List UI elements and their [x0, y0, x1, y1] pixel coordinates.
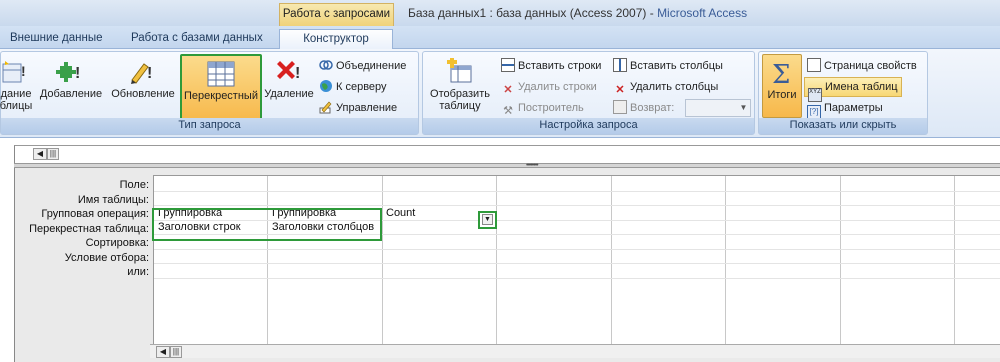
- svg-text:Σ: Σ: [772, 60, 790, 87]
- append-button[interactable]: ! Добавление: [37, 54, 105, 116]
- group-query-type-label: Тип запроса: [1, 118, 418, 134]
- parameters-icon: [?]: [807, 105, 821, 119]
- return-combo[interactable]: ▼: [685, 99, 751, 117]
- highlight-crosstab-cells: [152, 208, 382, 241]
- table-grid-icon: [207, 61, 235, 87]
- delete-columns-icon: ✕: [615, 84, 625, 96]
- show-table-icon: [447, 58, 472, 83]
- table-names-button[interactable]: XYZ Имена таблиц: [804, 77, 902, 102]
- union-icon: [319, 60, 333, 70]
- insert-rows-icon: [501, 58, 515, 72]
- svg-text:!: !: [75, 65, 80, 82]
- group-query-setup: Отобразить таблицу Вставить строки ✕ Удали…: [422, 51, 755, 135]
- scroll-left-button[interactable]: ◀: [33, 148, 47, 160]
- return-icon: [613, 100, 627, 114]
- row-label-sort: Сортировка:: [85, 237, 149, 249]
- sigma-icon: Σ: [772, 60, 790, 87]
- title-bar: Работа с запросами База данных1 : база д…: [0, 0, 1000, 26]
- ribbon-tab-row: Внешние данные Работа с базами данных Ко…: [0, 26, 1000, 50]
- delete-query-button[interactable]: ! Удаление: [264, 54, 314, 116]
- row-label-total: Групповая операция:: [41, 208, 149, 220]
- grid-row-divider: [154, 248, 1000, 250]
- chevron-down-icon: ▼: [739, 103, 748, 112]
- show-table-button[interactable]: Отобразить таблицу: [425, 54, 495, 116]
- grid-row-divider: [154, 205, 1000, 206]
- grid-row-divider: [154, 263, 1000, 264]
- make-table-icon: !: [2, 61, 26, 83]
- scroll-left-button[interactable]: ◀: [156, 346, 170, 358]
- group-query-type: ! дание блицы ! Добавление ! Обновление П…: [0, 51, 419, 135]
- row-label-or: или:: [127, 266, 149, 278]
- svg-text:!: !: [147, 65, 152, 82]
- property-sheet-button[interactable]: Страница свойств: [807, 56, 917, 76]
- row-label-table: Имя таблицы:: [77, 193, 149, 206]
- group-query-setup-label: Настройка запроса: [423, 118, 754, 134]
- row-label-crosstab: Перекрестная таблица:: [29, 222, 149, 235]
- svg-text:!: !: [21, 63, 26, 79]
- pass-through-button[interactable]: К серверу: [319, 77, 387, 97]
- data-definition-button[interactable]: Управление: [319, 98, 397, 118]
- scroll-thumb[interactable]: |||: [170, 346, 182, 358]
- group-show-hide: Σ Итоги Страница свойств XYZ Имена таблиц…: [758, 51, 928, 135]
- grid-row-divider: [154, 277, 1000, 279]
- insert-columns-icon: [613, 58, 627, 72]
- row-label-criteria: Условие отбора:: [64, 251, 149, 264]
- builder-button[interactable]: ⚒ Построитель: [501, 98, 584, 118]
- totals-button[interactable]: Σ Итоги: [762, 54, 802, 118]
- cell-col3-total[interactable]: Count: [386, 207, 415, 219]
- window-title: База данных1 : база данных (Access 2007)…: [408, 6, 748, 20]
- tab-external-data[interactable]: Внешние данные: [10, 29, 102, 49]
- row-label-field: Поле:: [119, 179, 149, 191]
- svg-text:!: !: [295, 65, 300, 82]
- globe-icon: [320, 80, 332, 92]
- total-dropdown-button[interactable]: ▼: [478, 211, 497, 229]
- delete-rows-button[interactable]: ✕ Удалить строки: [501, 77, 596, 97]
- update-button[interactable]: ! Обновление: [107, 54, 179, 116]
- row-labels: Поле: Имя таблицы: Групповая операция: П…: [15, 178, 151, 280]
- grid-horizontal-scrollbar[interactable]: ◀ |||: [150, 344, 1000, 358]
- builder-icon: ⚒: [503, 105, 513, 117]
- ribbon: ! дание блицы ! Добавление ! Обновление П…: [0, 49, 1000, 138]
- grid-row-divider: [154, 190, 1000, 192]
- table-pane: ◀ |||: [14, 145, 1000, 165]
- union-button[interactable]: Объединение: [319, 56, 406, 76]
- tab-database-tools[interactable]: Работа с базами данных: [131, 29, 263, 49]
- query-design-grid[interactable]: Группировка Заголовки строк Группировка …: [153, 175, 1000, 350]
- property-sheet-icon: [807, 58, 821, 72]
- delete-columns-button[interactable]: ✕ Удалить столбцы: [613, 77, 718, 97]
- group-show-hide-label: Показать или скрыть: [759, 118, 927, 134]
- insert-columns-button[interactable]: Вставить столбцы: [613, 56, 723, 76]
- dropdown-arrow-icon: ▼: [482, 214, 493, 225]
- crosstab-button[interactable]: Перекрестный: [180, 54, 262, 123]
- scroll-thumb[interactable]: |||: [47, 148, 59, 160]
- design-grid-area: Поле: Имя таблицы: Групповая операция: П…: [14, 168, 1000, 362]
- append-icon: !: [56, 62, 80, 82]
- delete-x-icon: !: [277, 61, 300, 82]
- return-label: Возврат:: [613, 98, 674, 118]
- insert-rows-button[interactable]: Вставить строки: [501, 56, 601, 76]
- parameters-button[interactable]: [?] Параметры: [807, 98, 883, 119]
- context-tab-query-tools[interactable]: Работа с запросами: [279, 3, 394, 26]
- pencil-icon: !: [131, 63, 152, 84]
- delete-rows-icon: ✕: [503, 84, 513, 96]
- make-table-button[interactable]: ! дание блицы: [0, 54, 33, 116]
- tab-designer[interactable]: Конструктор: [279, 29, 393, 50]
- pencil-icon: [319, 101, 332, 114]
